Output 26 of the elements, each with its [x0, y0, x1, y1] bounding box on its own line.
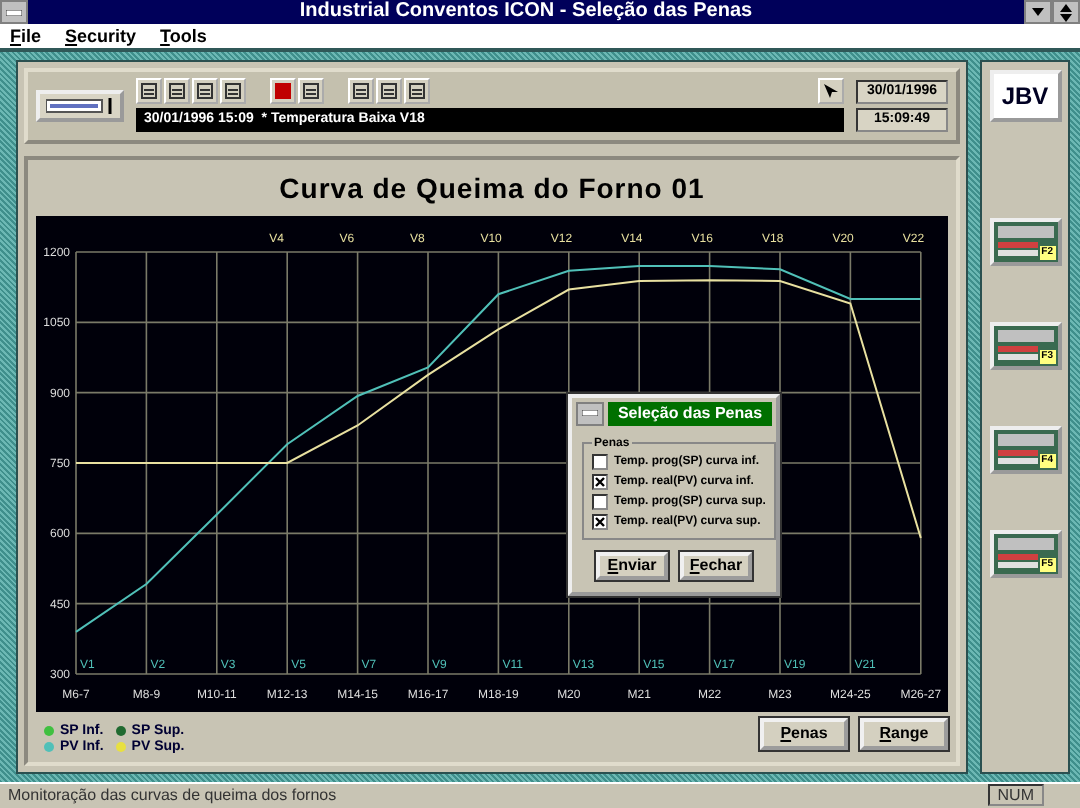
menu-item[interactable]: Security	[65, 25, 137, 46]
minimize-icon[interactable]	[1023, 0, 1052, 24]
restore-icon[interactable]	[1051, 0, 1080, 24]
checkbox[interactable]	[592, 453, 608, 470]
checkbox[interactable]	[592, 513, 608, 530]
checkbox[interactable]	[592, 473, 608, 490]
dialog-button[interactable]: Enviar	[596, 551, 668, 580]
list-icon[interactable]	[192, 78, 218, 105]
dialog-title: Seleção das Penas	[608, 401, 772, 426]
list-icon[interactable]	[220, 78, 246, 105]
menu-item[interactable]: File	[10, 25, 42, 46]
checkbox[interactable]	[592, 493, 608, 510]
bar-gauge-icon	[46, 97, 114, 114]
toolbar-button[interactable]: Range	[860, 717, 948, 750]
system-menu-icon[interactable]	[0, 0, 28, 24]
gauge-button[interactable]	[36, 89, 124, 122]
chart-title: Curva de Queima do Forno 01	[279, 171, 705, 208]
status-text: Monitoração das curvas de queima dos fornos	[8, 786, 337, 805]
system-menu-icon[interactable]	[576, 401, 604, 426]
window-title: Industrial Conventos ICON - Seleção das Penas	[299, 0, 753, 24]
menu-item[interactable]: Tools	[160, 25, 207, 46]
toolbar-button[interactable]: Penas	[760, 717, 848, 750]
logo-text: JBV	[1001, 81, 1049, 110]
dialog-button[interactable]: Fechar	[680, 551, 752, 580]
alarm-icon[interactable]	[270, 78, 296, 105]
num-lock-indicator: NUM	[987, 784, 1044, 807]
